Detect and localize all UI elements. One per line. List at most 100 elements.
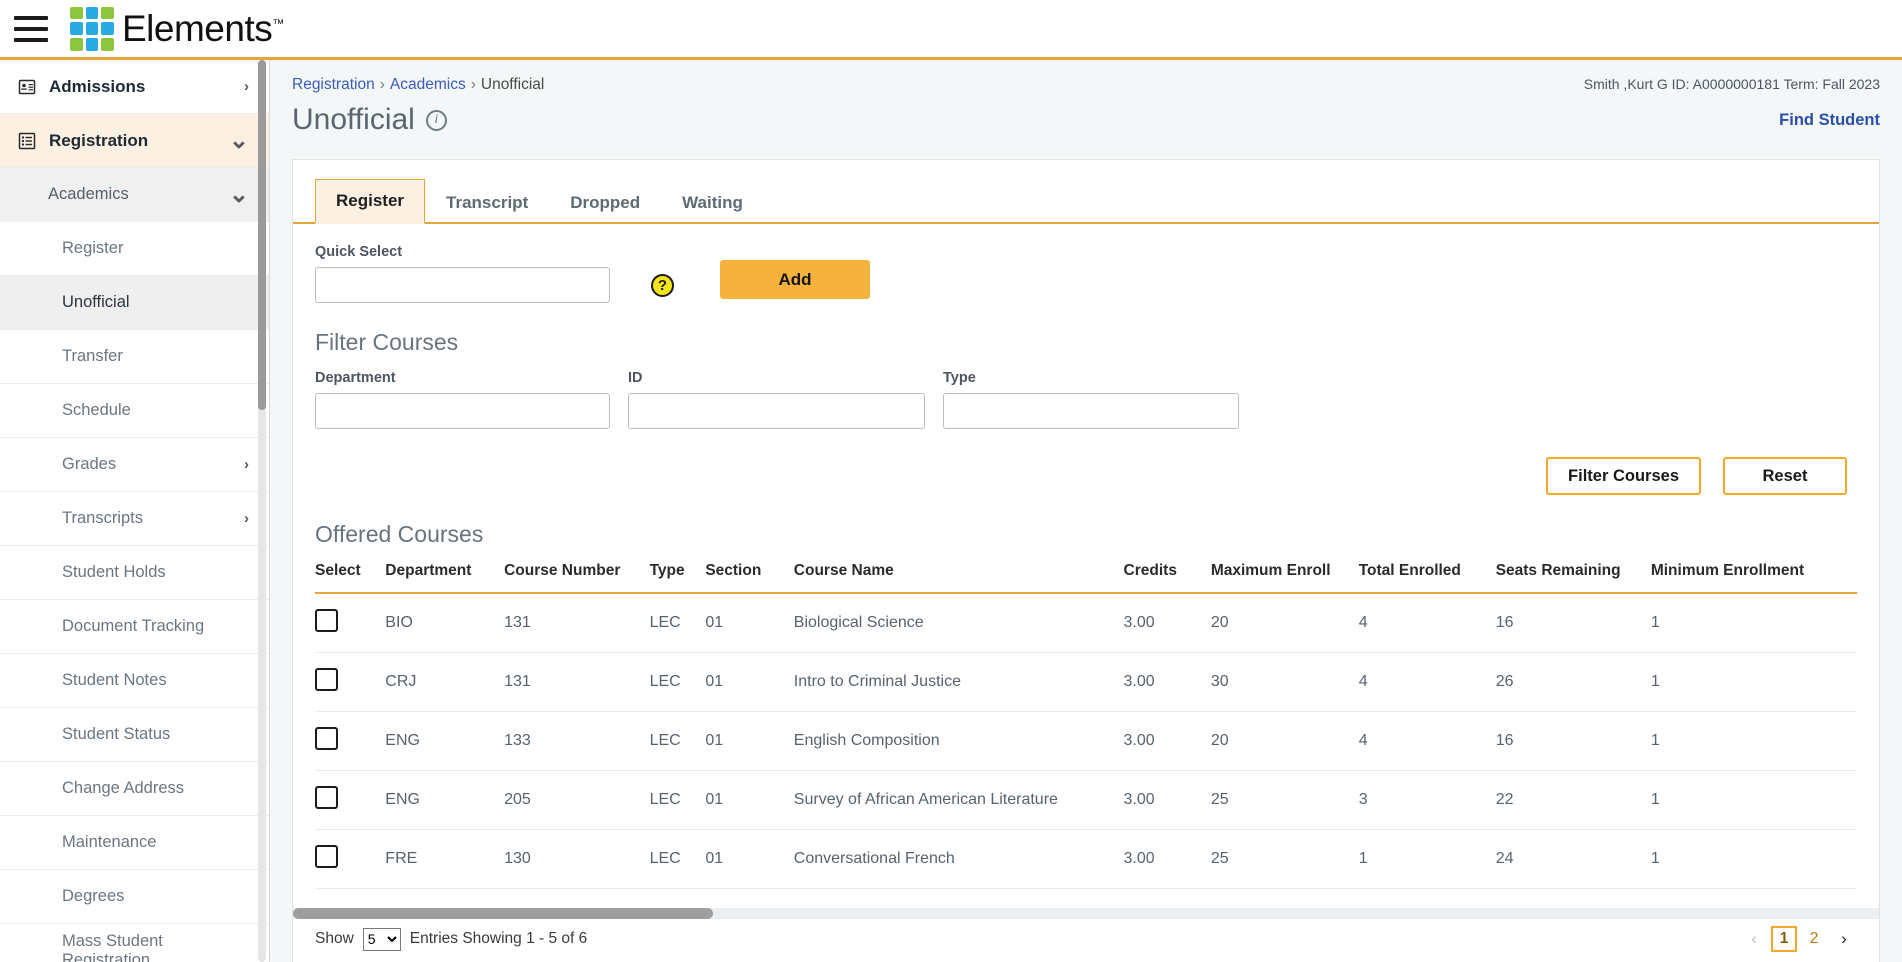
horizontal-scrollbar-thumb[interactable] [293,908,713,919]
find-student-link[interactable]: Find Student [1779,111,1880,130]
filter-courses-button[interactable]: Filter Courses [1546,457,1701,495]
pagination-next-icon[interactable]: › [1831,926,1857,952]
logo-cell-3 [101,6,114,20]
sidebar-item-schedule[interactable]: Schedule [0,384,269,438]
row-select-checkbox[interactable] [315,845,338,868]
show-label: Show [315,930,354,947]
table-row[interactable]: BIO 131 LEC 01 Biological Science 3.00 20 4 16 1 [315,593,1857,653]
sidebar-item-student-status[interactable]: Student Status [0,708,269,762]
sidebar-item-label: Register [62,239,124,257]
list-icon [16,132,38,150]
table-cell-course-name: Survey of African American Literature [793,770,1124,830]
table-cell-credits: 3.00 [1123,593,1211,653]
tab-bar: Register Transcript Dropped Waiting [293,160,1879,224]
pagination-page-2[interactable]: 2 [1801,926,1827,952]
sidebar-item-registration[interactable]: Registration ⌄ [0,114,269,168]
table-row[interactable]: ENG 205 LEC 01 Survey of African American Li… [315,770,1857,830]
sidebar-item-maintenance[interactable]: Maintenance [0,816,269,870]
title-row: Unofficial i Find Student [292,103,1880,137]
tab-transcript[interactable]: Transcript [425,181,549,224]
filter-input-department[interactable] [315,393,610,429]
info-icon[interactable]: i [425,109,447,131]
sidebar-item-unofficial[interactable]: Unofficial [0,276,269,330]
table-row[interactable]: ENG 133 LEC 01 English Composition 3.00 20 4 16 1 [315,711,1857,771]
logo-cell-6 [101,22,114,35]
pagination: ‹ 1 2 › [1741,926,1857,952]
filter-label-type: Type [943,370,976,386]
filter-field-id: ID [628,370,925,429]
help-icon[interactable]: ? [651,274,674,297]
table-cell-type: LEC [649,770,706,830]
logo-cell-4 [70,22,83,35]
logo-cell-7 [70,37,83,51]
pagination-prev-icon[interactable]: ‹ [1741,926,1767,952]
table-cell-minimum-enrollment: 1 [1650,593,1857,653]
pagination-page-1[interactable]: 1 [1771,926,1797,952]
logo-cell-2 [85,6,99,20]
sidebar-item-document-tracking[interactable]: Document Tracking [0,600,269,654]
brand-name-text: Elements [122,7,273,49]
reset-button[interactable]: Reset [1723,457,1847,495]
sidebar-item-student-notes[interactable]: Student Notes [0,654,269,708]
tab-dropped[interactable]: Dropped [549,181,661,224]
brand-logo[interactable]: Elements™ [70,6,284,51]
table-cell-total-enrolled: 3 [1358,770,1496,830]
sidebar-scrollbar[interactable] [258,60,266,962]
filter-input-type[interactable] [943,393,1239,429]
sidebar-item-label: Unofficial [62,293,130,311]
table-cell-total-enrolled: 1 [1358,829,1496,889]
row-select-checkbox[interactable] [315,727,338,750]
table-cell-course-name: English Composition [793,711,1124,771]
table-row[interactable]: CRJ 131 LEC 01 Intro to Criminal Justice 3.00… [315,652,1857,712]
table-header-course-number: Course Number [504,562,621,579]
hamburger-menu-icon[interactable] [14,15,48,42]
sidebar-item-label: Maintenance [62,833,157,851]
sidebar-item-student-holds[interactable]: Student Holds [0,546,269,600]
top-bar: Elements™ [0,0,1902,60]
horizontal-scrollbar[interactable] [293,908,1879,919]
row-select-checkbox[interactable] [315,668,338,691]
sidebar-item-label: Transcripts [62,509,143,527]
sidebar-item-label: Change Address [62,779,185,797]
breadcrumb-item-registration[interactable]: Registration [292,76,375,93]
main-header: Registration › Academics › Unofficial Smith … [270,60,1902,137]
sidebar-item-label: Degrees [62,887,125,905]
sidebar-item-mass-student-registration[interactable]: Mass Student Registration [0,924,269,962]
filter-input-id[interactable] [628,393,925,429]
table-cell-select [315,770,386,830]
sidebar-item-change-address[interactable]: Change Address [0,762,269,816]
breadcrumb-item-academics[interactable]: Academics [390,76,466,93]
table-cell-seats-remaining: 26 [1495,652,1651,712]
table-cell-total-enrolled: 4 [1358,711,1496,771]
table-row[interactable]: FRE 130 LEC 01 Conversational French 3.00 25 1 2… [315,829,1857,889]
sidebar-item-register[interactable]: Register [0,222,269,276]
logo-cell-5 [85,22,99,35]
sidebar-scrollbar-thumb[interactable] [258,60,266,410]
grid-logo-icon [70,6,114,51]
chevron-right-icon: › [244,78,249,95]
sidebar-item-transcripts[interactable]: Transcripts › [0,492,269,546]
table-header-credits: Credits [1123,562,1177,579]
table-header-type: Type [649,562,685,579]
add-button[interactable]: Add [720,260,870,299]
row-select-checkbox[interactable] [315,609,338,632]
table-cell-seats-remaining: 16 [1495,593,1651,653]
row-select-checkbox[interactable] [315,786,338,809]
table-cell-section: 01 [705,770,794,830]
sidebar-item-label: Registration [49,130,149,150]
tab-register[interactable]: Register [315,179,426,224]
table-cell-course-number: 131 [504,652,650,712]
sidebar-item-degrees[interactable]: Degrees [0,870,269,924]
page-size-select[interactable]: 5102550 [362,927,401,951]
page-size-select-wrap[interactable]: 5102550 [362,927,401,951]
sidebar-item-admissions[interactable]: Admissions › [0,60,269,114]
page-title: Unofficial i [292,103,447,137]
quick-select-input[interactable] [315,267,610,303]
sidebar-item-transfer[interactable]: Transfer [0,330,269,384]
table-header-seats-remaining: Seats Remaining [1495,562,1621,579]
table-cell-type: LEC [649,829,706,889]
logo-cell-8 [85,37,99,51]
sidebar-item-grades[interactable]: Grades › [0,438,269,492]
tab-waiting[interactable]: Waiting [661,181,764,224]
sidebar-item-academics[interactable]: Academics ⌄ [0,168,269,222]
